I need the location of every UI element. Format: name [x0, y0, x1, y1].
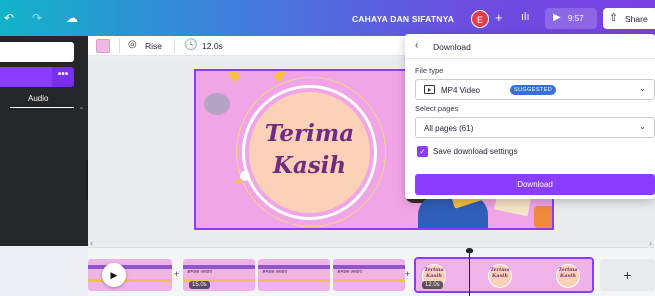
timeline: 15.0s ▶ + अभ्यास अध्याय 15.0s अभ्यास अध्… — [88, 247, 655, 296]
back-arrow-icon[interactable]: ‹ — [415, 40, 418, 51]
clip-label: अभ्यास अध्याय — [262, 269, 287, 274]
slide-title-line-1[interactable]: Terima — [249, 120, 370, 147]
file-type-value: MP4 Video — [441, 86, 480, 95]
toolbar-divider — [119, 39, 120, 53]
timeline-clip[interactable]: अभ्यास अध्याय 15.0s — [183, 259, 255, 291]
chevron-down-icon: ⌄ — [639, 84, 646, 93]
clip-thumbnail-text: Terima Kasih — [490, 267, 510, 279]
more-options-button[interactable]: ••• — [52, 67, 74, 87]
clip-duration: 12.0s — [422, 281, 443, 289]
share-label: Share — [625, 14, 648, 24]
timeline-clip[interactable]: 15.0s — [88, 259, 172, 291]
divider — [405, 58, 655, 59]
chevron-down-icon: ⌄ — [639, 122, 646, 131]
tab-audio[interactable]: Audio — [28, 94, 48, 103]
play-icon: ▶ — [553, 12, 561, 23]
clip-stripe — [333, 279, 405, 282]
scroll-up-icon[interactable]: ⌃ — [78, 106, 85, 115]
suggested-badge: SUGGESTED — [510, 85, 557, 95]
share-button[interactable]: ⇧ Share — [603, 8, 655, 29]
timeline-clip[interactable]: अभ्यास अध्याय — [333, 259, 405, 291]
selected-asset-bar[interactable] — [0, 67, 52, 87]
undo-icon[interactable]: ↶ — [4, 10, 14, 26]
search-input[interactable] — [0, 42, 74, 62]
save-settings-checkbox[interactable]: ✓ — [417, 146, 428, 157]
illustration-box — [534, 206, 552, 228]
share-upload-icon: ⇧ — [609, 12, 619, 24]
cloud-saved-icon[interactable]: ☁ — [66, 10, 78, 26]
timeline-play-button[interactable]: ▶ — [102, 263, 126, 287]
clip-thumbnail-text: Terima Kasih — [424, 267, 444, 279]
decorative-dot — [236, 179, 241, 184]
playhead-handle[interactable] — [466, 248, 473, 253]
save-settings-label[interactable]: Save download settings — [433, 147, 518, 156]
clock-icon[interactable]: 🕓 — [184, 38, 198, 51]
animation-label[interactable]: Rise — [145, 41, 162, 51]
clip-label: अभ्यास अध्याय — [187, 269, 212, 274]
page-duration[interactable]: 12.0s — [202, 41, 223, 51]
avatar[interactable]: E — [471, 10, 489, 28]
add-page-between-icon[interactable]: + — [405, 269, 410, 279]
redo-icon[interactable]: ↷ — [32, 10, 42, 26]
add-page-button[interactable]: + — [600, 259, 655, 291]
decorative-blob — [204, 93, 230, 115]
panel-title: Download — [433, 42, 471, 52]
timeline-clip[interactable]: अभ्यास अध्याय — [258, 259, 330, 291]
document-title[interactable]: CAHAYA DAN SIFATNYA — [352, 14, 454, 24]
playhead[interactable] — [469, 250, 470, 296]
clip-stripe — [88, 279, 172, 282]
animation-icon[interactable]: ◎ — [128, 39, 137, 50]
title-circle: Terima Kasih — [249, 92, 370, 213]
selected-timeline-clip[interactable]: Terima Kasih Terima Kasih Terima Kasih 1… — [414, 257, 594, 293]
pages-value: All pages (61) — [424, 124, 474, 133]
clip-duration: 15.0s — [189, 281, 210, 289]
slide-title-line-2[interactable]: Kasih — [249, 152, 370, 179]
decorative-dot — [240, 171, 250, 181]
clip-thumbnail-text: Terima Kasih — [558, 267, 578, 279]
insights-chart-icon[interactable]: ılı — [521, 11, 530, 23]
download-panel: ‹ Download File type MP4 Video SUGGESTED… — [405, 34, 655, 199]
toolbar-divider — [174, 39, 175, 53]
clip-stripe — [88, 265, 172, 269]
add-collaborator-icon[interactable]: + — [495, 10, 503, 25]
file-type-label: File type — [415, 66, 444, 75]
top-bar: ↶ ↷ ☁ CAHAYA DAN SIFATNYA E + ılı ▶ 9:57… — [0, 0, 655, 36]
file-type-select[interactable]: MP4 Video SUGGESTED ⌄ — [415, 79, 655, 100]
clip-label: अभ्यास अध्याय — [337, 269, 362, 274]
background-color-swatch[interactable] — [96, 39, 110, 53]
present-play-button[interactable]: ▶ 9:57 — [545, 8, 597, 29]
left-side-panel: ••• Audio ⌃ — [0, 36, 88, 246]
select-pages-label: Select pages — [415, 104, 459, 113]
add-page-between-icon[interactable]: + — [174, 269, 179, 279]
clip-stripe — [258, 279, 330, 282]
pages-select[interactable]: All pages (61) ⌄ — [415, 117, 655, 138]
play-duration: 9:57 — [568, 14, 584, 23]
download-button[interactable]: Download — [415, 174, 655, 195]
video-file-icon — [424, 85, 435, 94]
active-tab-indicator — [10, 107, 74, 108]
